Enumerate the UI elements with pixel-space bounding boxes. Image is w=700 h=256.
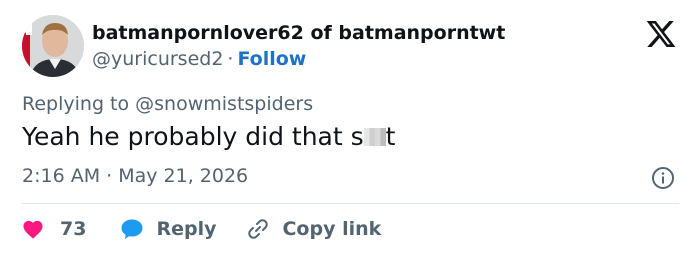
tweet-text-start: Yeah he probably did that s [22,122,364,151]
link-icon [248,219,269,239]
copy-link-label: Copy link [282,218,382,240]
reply-button[interactable]: Reply [120,218,216,240]
avatar[interactable] [22,15,84,77]
comment-icon [121,219,143,239]
reply-label: Reply [156,218,217,240]
copy-link-button[interactable]: Copy link [246,217,381,241]
heart-icon [23,220,43,239]
separator-dot: · [227,48,234,70]
like-count: 73 [60,218,87,240]
like-button[interactable]: 73 [22,218,86,240]
tweet-text: Yeah he probably did that s t [22,122,395,151]
x-logo-icon[interactable] [644,18,678,50]
display-name[interactable]: batmanpornlover62 of batmanporntwt [92,22,505,44]
censor-block [363,128,386,146]
info-icon[interactable] [651,166,675,190]
divider [22,203,679,204]
timestamp[interactable]: 2:16 AM · May 21, 2026 [22,165,248,187]
user-handle[interactable]: @yuricursed2 [92,48,223,70]
action-bar: 73 Reply Copy link [22,215,381,243]
handle-row: @yuricursed2 · Follow [92,48,306,70]
replying-to[interactable]: Replying to @snowmistspiders [22,93,313,115]
follow-button[interactable]: Follow [237,48,306,70]
tweet-text-end: t [385,122,396,151]
